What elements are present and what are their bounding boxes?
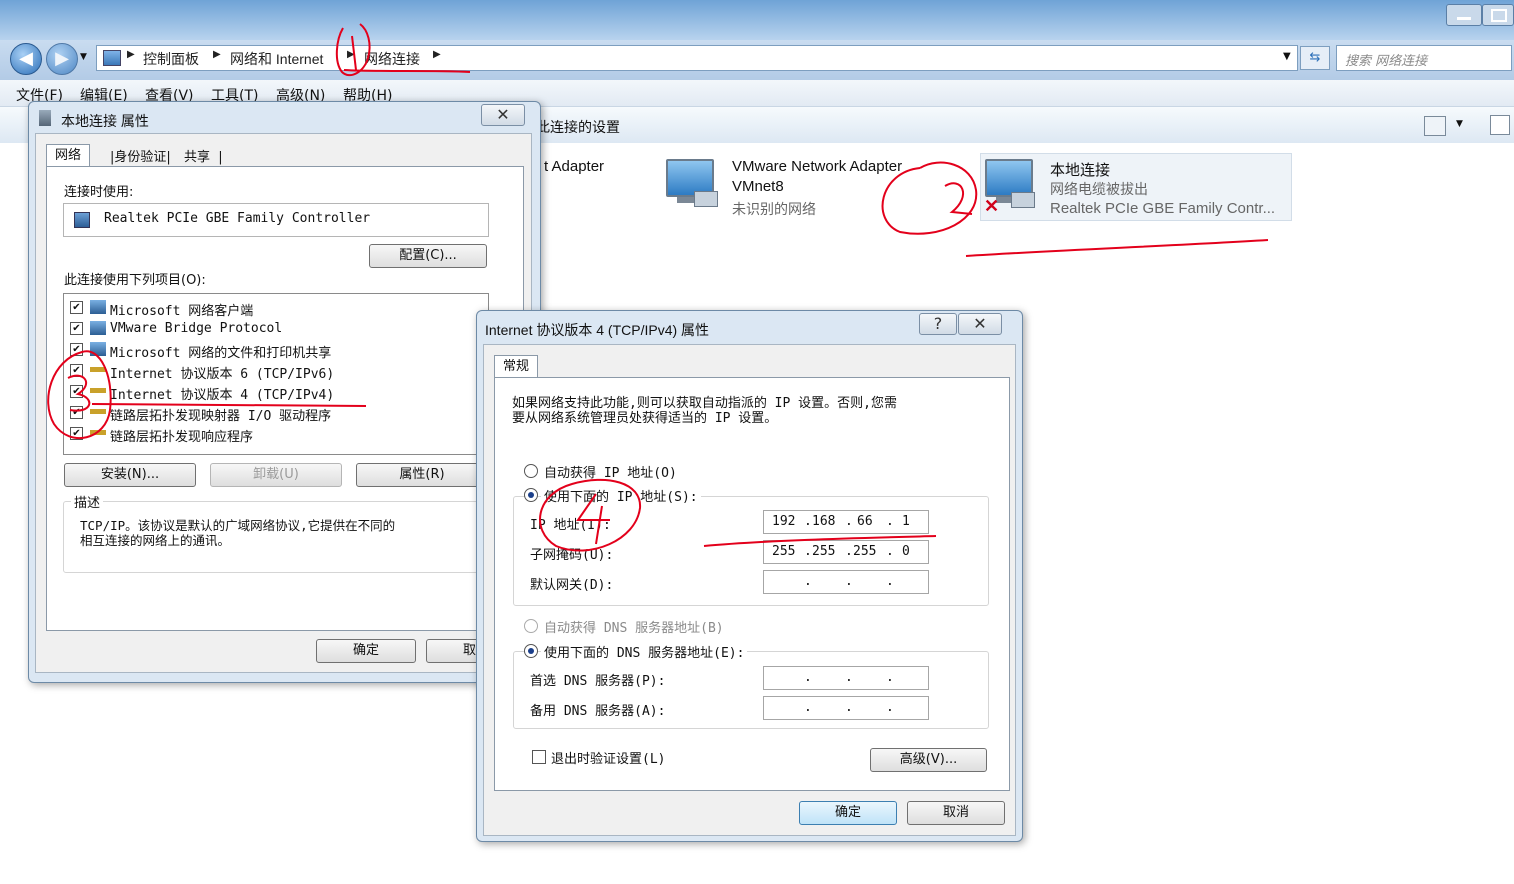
annotation-numeral-1 [351, 35, 357, 71]
annotation-circle-4 [539, 478, 642, 552]
annotation-numeral-3 [67, 374, 91, 412]
annotation-underline-3 [91, 403, 367, 407]
annotation-numeral-2 [944, 182, 973, 215]
annotation-underline-4 [703, 535, 937, 547]
annotation-underline-2 [965, 239, 1269, 257]
annotation-underline-1 [343, 69, 471, 73]
annotation-overlay [47, 23, 1269, 552]
annotation-numeral-4 [576, 493, 610, 545]
